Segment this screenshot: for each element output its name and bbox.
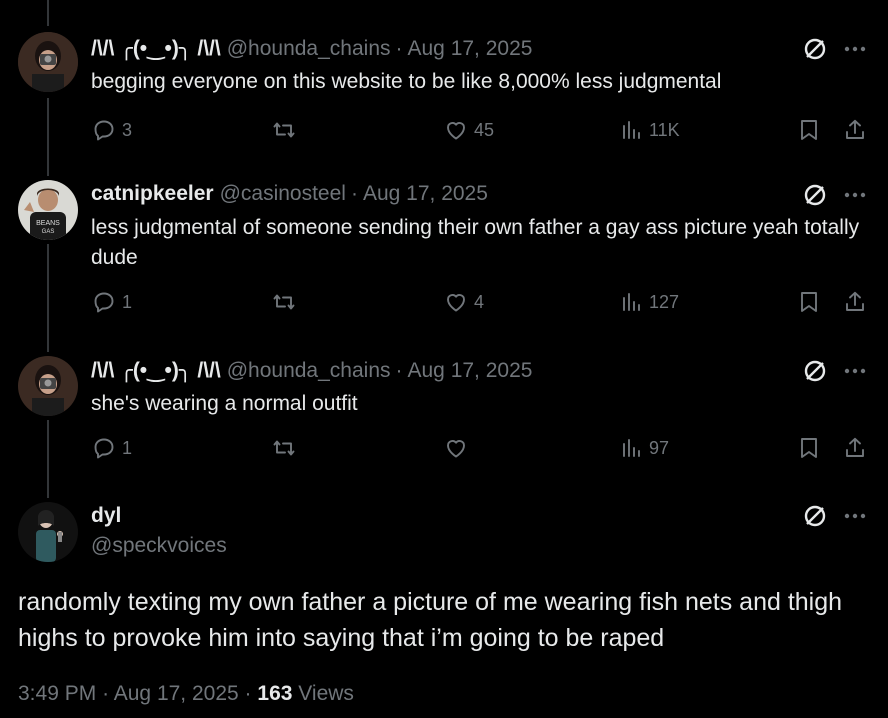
reply-button[interactable]: 1 xyxy=(92,290,132,314)
views-icon xyxy=(623,293,640,311)
view-count: 97 xyxy=(649,437,670,458)
like-button[interactable]: 45 xyxy=(444,118,494,142)
reply-count: 1 xyxy=(122,437,133,458)
view-count: 11K xyxy=(649,119,680,140)
display-name[interactable]: dyl xyxy=(91,504,121,528)
repost-icon xyxy=(273,122,295,138)
username[interactable]: @hounda_chains xyxy=(227,359,391,383)
avatar[interactable] xyxy=(18,356,78,416)
tweet-text: less judgmental of someone sending their… xyxy=(91,216,860,269)
views-button[interactable]: 127 xyxy=(621,290,679,314)
reply-tweet[interactable]: /\/\ ╭(•‿•)╮ /\/\ @hounda_chains · Aug 1… xyxy=(0,350,888,490)
share-icon xyxy=(846,437,864,457)
separator: · xyxy=(102,682,110,705)
reply-tweet[interactable]: BEANS GAS catnipkeeler @casinosteel · Aug… xyxy=(0,170,888,350)
tweet-time[interactable]: 3:49 PM xyxy=(18,682,96,705)
view-count: 127 xyxy=(649,291,680,312)
username[interactable]: @casinosteel xyxy=(220,182,346,206)
avatar[interactable]: BEANS GAS xyxy=(18,180,78,240)
reply-count: 1 xyxy=(122,291,133,312)
bookmark-icon xyxy=(801,292,817,312)
main-tweet-text: randomly texting my own father a picture… xyxy=(18,588,843,652)
like-count: 4 xyxy=(474,291,485,312)
repost-icon xyxy=(273,440,295,456)
separator: · xyxy=(395,37,403,60)
views-icon xyxy=(623,121,640,139)
like-count: 45 xyxy=(474,119,495,140)
heart-icon xyxy=(447,122,465,140)
grok-icon[interactable] xyxy=(802,358,828,384)
grok-icon[interactable] xyxy=(802,182,828,208)
svg-text:BEANS: BEANS xyxy=(36,220,60,227)
reply-icon xyxy=(94,292,114,313)
display-name[interactable]: /\/\ ╭(•‿•)╮ /\/\ xyxy=(91,36,221,61)
tweet-date[interactable]: Aug 17, 2025 xyxy=(363,182,488,206)
repost-button[interactable] xyxy=(272,436,302,460)
bookmark-button[interactable] xyxy=(798,436,820,460)
tweet-text: she's wearing a normal outfit xyxy=(91,392,358,415)
tweet-text: begging everyone on this website to be l… xyxy=(91,70,722,93)
views-icon xyxy=(623,439,640,457)
grok-icon[interactable] xyxy=(802,503,828,529)
more-icon[interactable] xyxy=(842,358,868,384)
username[interactable]: @speckvoices xyxy=(91,534,227,558)
views-label: Views xyxy=(298,682,354,705)
repost-icon xyxy=(273,294,295,310)
display-name[interactable]: /\/\ ╭(•‿•)╮ /\/\ xyxy=(91,358,221,383)
separator: · xyxy=(395,359,403,382)
avatar[interactable] xyxy=(18,32,78,92)
more-icon[interactable] xyxy=(842,36,868,62)
reply-icon xyxy=(94,120,114,141)
svg-text:GAS: GAS xyxy=(42,229,55,235)
avatar[interactable] xyxy=(18,502,78,562)
repost-button[interactable] xyxy=(272,118,302,142)
separator: · xyxy=(244,682,252,705)
action-bar: 1 4 127 xyxy=(0,290,888,322)
share-icon xyxy=(846,119,864,139)
share-button[interactable] xyxy=(843,118,867,142)
tweet-meta: 3:49 PM · Aug 17, 2025 · 163 Views xyxy=(18,682,354,706)
bookmark-button[interactable] xyxy=(798,290,820,314)
repost-button[interactable] xyxy=(272,290,302,314)
reply-tweet[interactable]: /\/\ ╭(•‿•)╮ /\/\ @hounda_chains · Aug 1… xyxy=(0,0,888,170)
view-count: 163 xyxy=(257,682,293,705)
tweet-date[interactable]: Aug 17, 2025 xyxy=(114,682,239,705)
like-button[interactable] xyxy=(444,436,474,460)
views-button[interactable]: 11K xyxy=(621,118,680,142)
more-icon[interactable] xyxy=(842,182,868,208)
reply-button[interactable]: 1 xyxy=(92,436,132,460)
share-button[interactable] xyxy=(843,436,867,460)
more-icon[interactable] xyxy=(842,503,868,529)
tweet-date[interactable]: Aug 17, 2025 xyxy=(408,37,533,61)
share-button[interactable] xyxy=(843,290,867,314)
action-bar: 1 97 xyxy=(0,436,888,468)
share-icon xyxy=(846,291,864,311)
heart-icon xyxy=(447,294,465,312)
username[interactable]: @hounda_chains xyxy=(227,37,391,61)
display-name[interactable]: catnipkeeler xyxy=(91,182,214,206)
reply-count: 3 xyxy=(122,119,133,140)
reply-icon xyxy=(94,438,114,459)
views-button[interactable]: 97 xyxy=(621,436,669,460)
action-bar: 3 45 11K xyxy=(0,114,888,146)
bookmark-icon xyxy=(801,120,817,140)
separator: · xyxy=(350,182,358,205)
grok-icon[interactable] xyxy=(802,36,828,62)
bookmark-icon xyxy=(801,438,817,458)
bookmark-button[interactable] xyxy=(798,118,820,142)
heart-icon xyxy=(447,440,465,458)
like-button[interactable]: 4 xyxy=(444,290,484,314)
tweet-date[interactable]: Aug 17, 2025 xyxy=(408,359,533,383)
reply-button[interactable]: 3 xyxy=(92,118,132,142)
